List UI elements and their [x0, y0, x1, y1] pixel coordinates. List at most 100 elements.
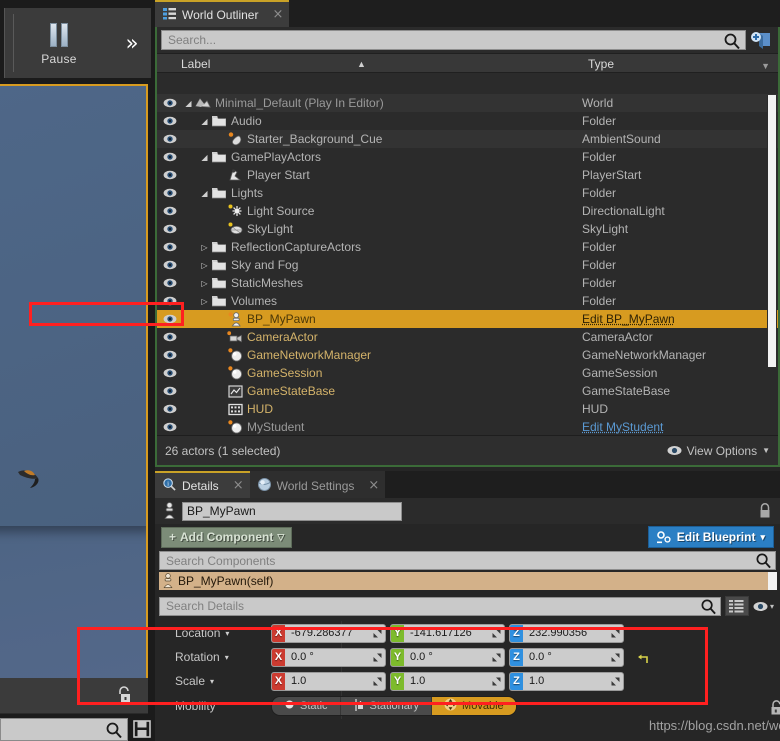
disclosure-open-icon[interactable]: ◢ — [199, 153, 210, 162]
disclosure-closed-icon[interactable]: ▷ — [199, 243, 210, 252]
add-component-button[interactable]: + Add Component ▽ — [161, 526, 293, 548]
rotation-x-field[interactable]: X 0.0 ° — [271, 647, 386, 667]
pause-button[interactable]: Pause — [27, 16, 91, 72]
mobility-selector[interactable]: Static Stationary Movable — [271, 696, 517, 716]
visibility-toggle-icon[interactable] — [157, 386, 183, 396]
close-icon[interactable]: × — [368, 479, 379, 492]
tab-world-outliner[interactable]: World Outliner × — [155, 0, 290, 27]
scale-z-field[interactable]: Z 1.0 — [509, 671, 624, 691]
outliner-row[interactable]: ◢ Lights Folder — [157, 184, 778, 202]
visibility-toggle-icon[interactable] — [157, 350, 183, 360]
transform-label[interactable]: Rotation ▾ — [155, 650, 235, 664]
edit-blueprint-button[interactable]: Edit Blueprint ▾ — [647, 526, 774, 548]
drag-handle-icon[interactable] — [369, 628, 385, 639]
close-icon[interactable]: × — [233, 479, 244, 492]
visibility-toggle-icon[interactable] — [157, 224, 183, 234]
edit-asset-link[interactable]: Edit MyStudent — [582, 420, 663, 434]
drag-handle-icon[interactable] — [607, 628, 623, 639]
transform-label[interactable]: Scale ▾ — [155, 674, 235, 688]
outliner-row[interactable]: SkyLight SkyLight — [157, 220, 778, 238]
disclosure-open-icon[interactable]: ◢ — [183, 99, 194, 108]
chevron-double-right-icon[interactable]: » — [119, 32, 145, 56]
outliner-row[interactable]: ▷ Sky and Fog Folder — [157, 256, 778, 274]
visibility-toggle-icon[interactable] — [157, 332, 183, 342]
visibility-toggle-icon[interactable] — [157, 188, 183, 198]
mobility-option-movable[interactable]: Movable — [432, 697, 516, 715]
axis-value[interactable]: 0.0 ° — [404, 651, 488, 663]
scale-y-field[interactable]: Y 1.0 — [390, 671, 505, 691]
axis-value[interactable]: 0.0 ° — [285, 651, 369, 663]
visibility-toggle-icon[interactable] — [157, 152, 183, 162]
drag-handle-icon[interactable] — [488, 676, 504, 687]
outliner-row[interactable]: MyStudent Edit MyStudent — [157, 418, 778, 435]
outliner-row-type[interactable]: Edit MyStudent — [582, 420, 778, 434]
outliner-row[interactable]: ▷ StaticMeshes Folder — [157, 274, 778, 292]
axis-value[interactable]: 1.0 — [404, 675, 488, 687]
visibility-toggle-icon[interactable] — [157, 260, 183, 270]
outliner-row[interactable]: Starter_Background_Cue AmbientSound — [157, 130, 778, 148]
location-y-field[interactable]: Y -141.617126 — [390, 623, 505, 643]
drag-handle-icon[interactable] — [488, 628, 504, 639]
visibility-toggle-icon[interactable] — [157, 278, 183, 288]
outliner-row[interactable]: ◢ GamePlayActors Folder — [157, 148, 778, 166]
disclosure-closed-icon[interactable]: ▷ — [199, 261, 210, 270]
disclosure-open-icon[interactable]: ◢ — [199, 189, 210, 198]
play-in-editor-viewport[interactable] — [0, 84, 148, 704]
outliner-row[interactable]: BP_MyPawn Edit BP_MyPawn — [157, 310, 778, 328]
visibility-toggle-icon[interactable] — [157, 422, 183, 432]
lock-icon[interactable] — [758, 503, 772, 519]
outliner-row[interactable]: GameNetworkManager GameNetworkManager — [157, 346, 778, 364]
axis-value[interactable]: -679.286377 — [285, 627, 369, 639]
axis-value[interactable]: 1.0 — [523, 675, 607, 687]
save-icon[interactable] — [133, 720, 151, 738]
outliner-search-input[interactable]: Search... — [161, 30, 746, 50]
axis-value[interactable]: 1.0 — [285, 675, 369, 687]
visibility-toggle-icon[interactable] — [157, 206, 183, 216]
outliner-row[interactable]: ◢ Minimal_Default (Play In Editor) World — [157, 94, 778, 112]
visibility-toggle-icon[interactable] — [157, 242, 183, 252]
visibility-toggle-icon[interactable] — [157, 404, 183, 414]
tab-details[interactable]: i Details × — [155, 471, 250, 498]
unlock-icon[interactable] — [116, 686, 132, 704]
scale-x-field[interactable]: X 1.0 — [271, 671, 386, 691]
details-search-input[interactable]: Search Details — [159, 596, 721, 616]
outliner-row[interactable]: Player Start PlayerStart — [157, 166, 778, 184]
add-actor-icon[interactable] — [750, 30, 774, 50]
axis-value[interactable]: 232.990356 — [523, 627, 607, 639]
disclosure-open-icon[interactable]: ◢ — [199, 117, 210, 126]
disclosure-closed-icon[interactable]: ▷ — [199, 297, 210, 306]
search-input[interactable] — [0, 718, 128, 741]
rotation-z-field[interactable]: Z 0.0 ° — [509, 647, 624, 667]
visibility-toggle-icon[interactable] — [157, 296, 183, 306]
outliner-scrollbar[interactable] — [767, 95, 777, 367]
column-header-label[interactable]: Label ▲ — [157, 54, 582, 72]
details-view-options-button[interactable]: ▾ — [753, 601, 774, 612]
visibility-toggle-icon[interactable] — [157, 116, 183, 126]
location-x-field[interactable]: X -679.286377 — [271, 623, 386, 643]
actor-name-field[interactable]: BP_MyPawn — [182, 501, 402, 521]
transform-label[interactable]: Location ▾ — [155, 626, 235, 640]
grid-view-button[interactable] — [724, 596, 749, 616]
visibility-toggle-icon[interactable] — [157, 170, 183, 180]
rotation-y-field[interactable]: Y 0.0 ° — [390, 647, 505, 667]
visibility-toggle-icon[interactable] — [157, 314, 183, 324]
axis-value[interactable]: 0.0 ° — [523, 651, 607, 663]
component-list-scrollbar[interactable] — [768, 572, 777, 590]
visibility-toggle-icon[interactable] — [157, 98, 183, 108]
component-list-item[interactable]: BP_MyPawn(self) — [159, 572, 776, 590]
visibility-toggle-icon[interactable] — [157, 368, 183, 378]
edit-asset-link[interactable]: Edit BP_MyPawn — [582, 312, 675, 326]
drag-handle-icon[interactable] — [369, 652, 385, 663]
scrollbar-thumb[interactable] — [768, 95, 776, 367]
outliner-row-type[interactable]: Edit BP_MyPawn — [582, 312, 778, 326]
component-search-input[interactable]: Search Components — [159, 551, 776, 570]
outliner-tree[interactable]: ◢ Minimal_Default (Play In Editor) World ◢ A… — [157, 94, 778, 435]
outliner-row[interactable]: ◢ Audio Folder — [157, 112, 778, 130]
outliner-row[interactable]: Light Source DirectionalLight — [157, 202, 778, 220]
column-header-type[interactable]: Type ▼ — [582, 54, 778, 72]
outliner-row[interactable]: GameSession GameSession — [157, 364, 778, 382]
outliner-row[interactable]: HUD HUD — [157, 400, 778, 418]
mobility-option-stationary[interactable]: Stationary — [340, 697, 433, 715]
location-z-field[interactable]: Z 232.990356 — [509, 623, 624, 643]
mobility-option-static[interactable]: Static — [272, 697, 341, 715]
